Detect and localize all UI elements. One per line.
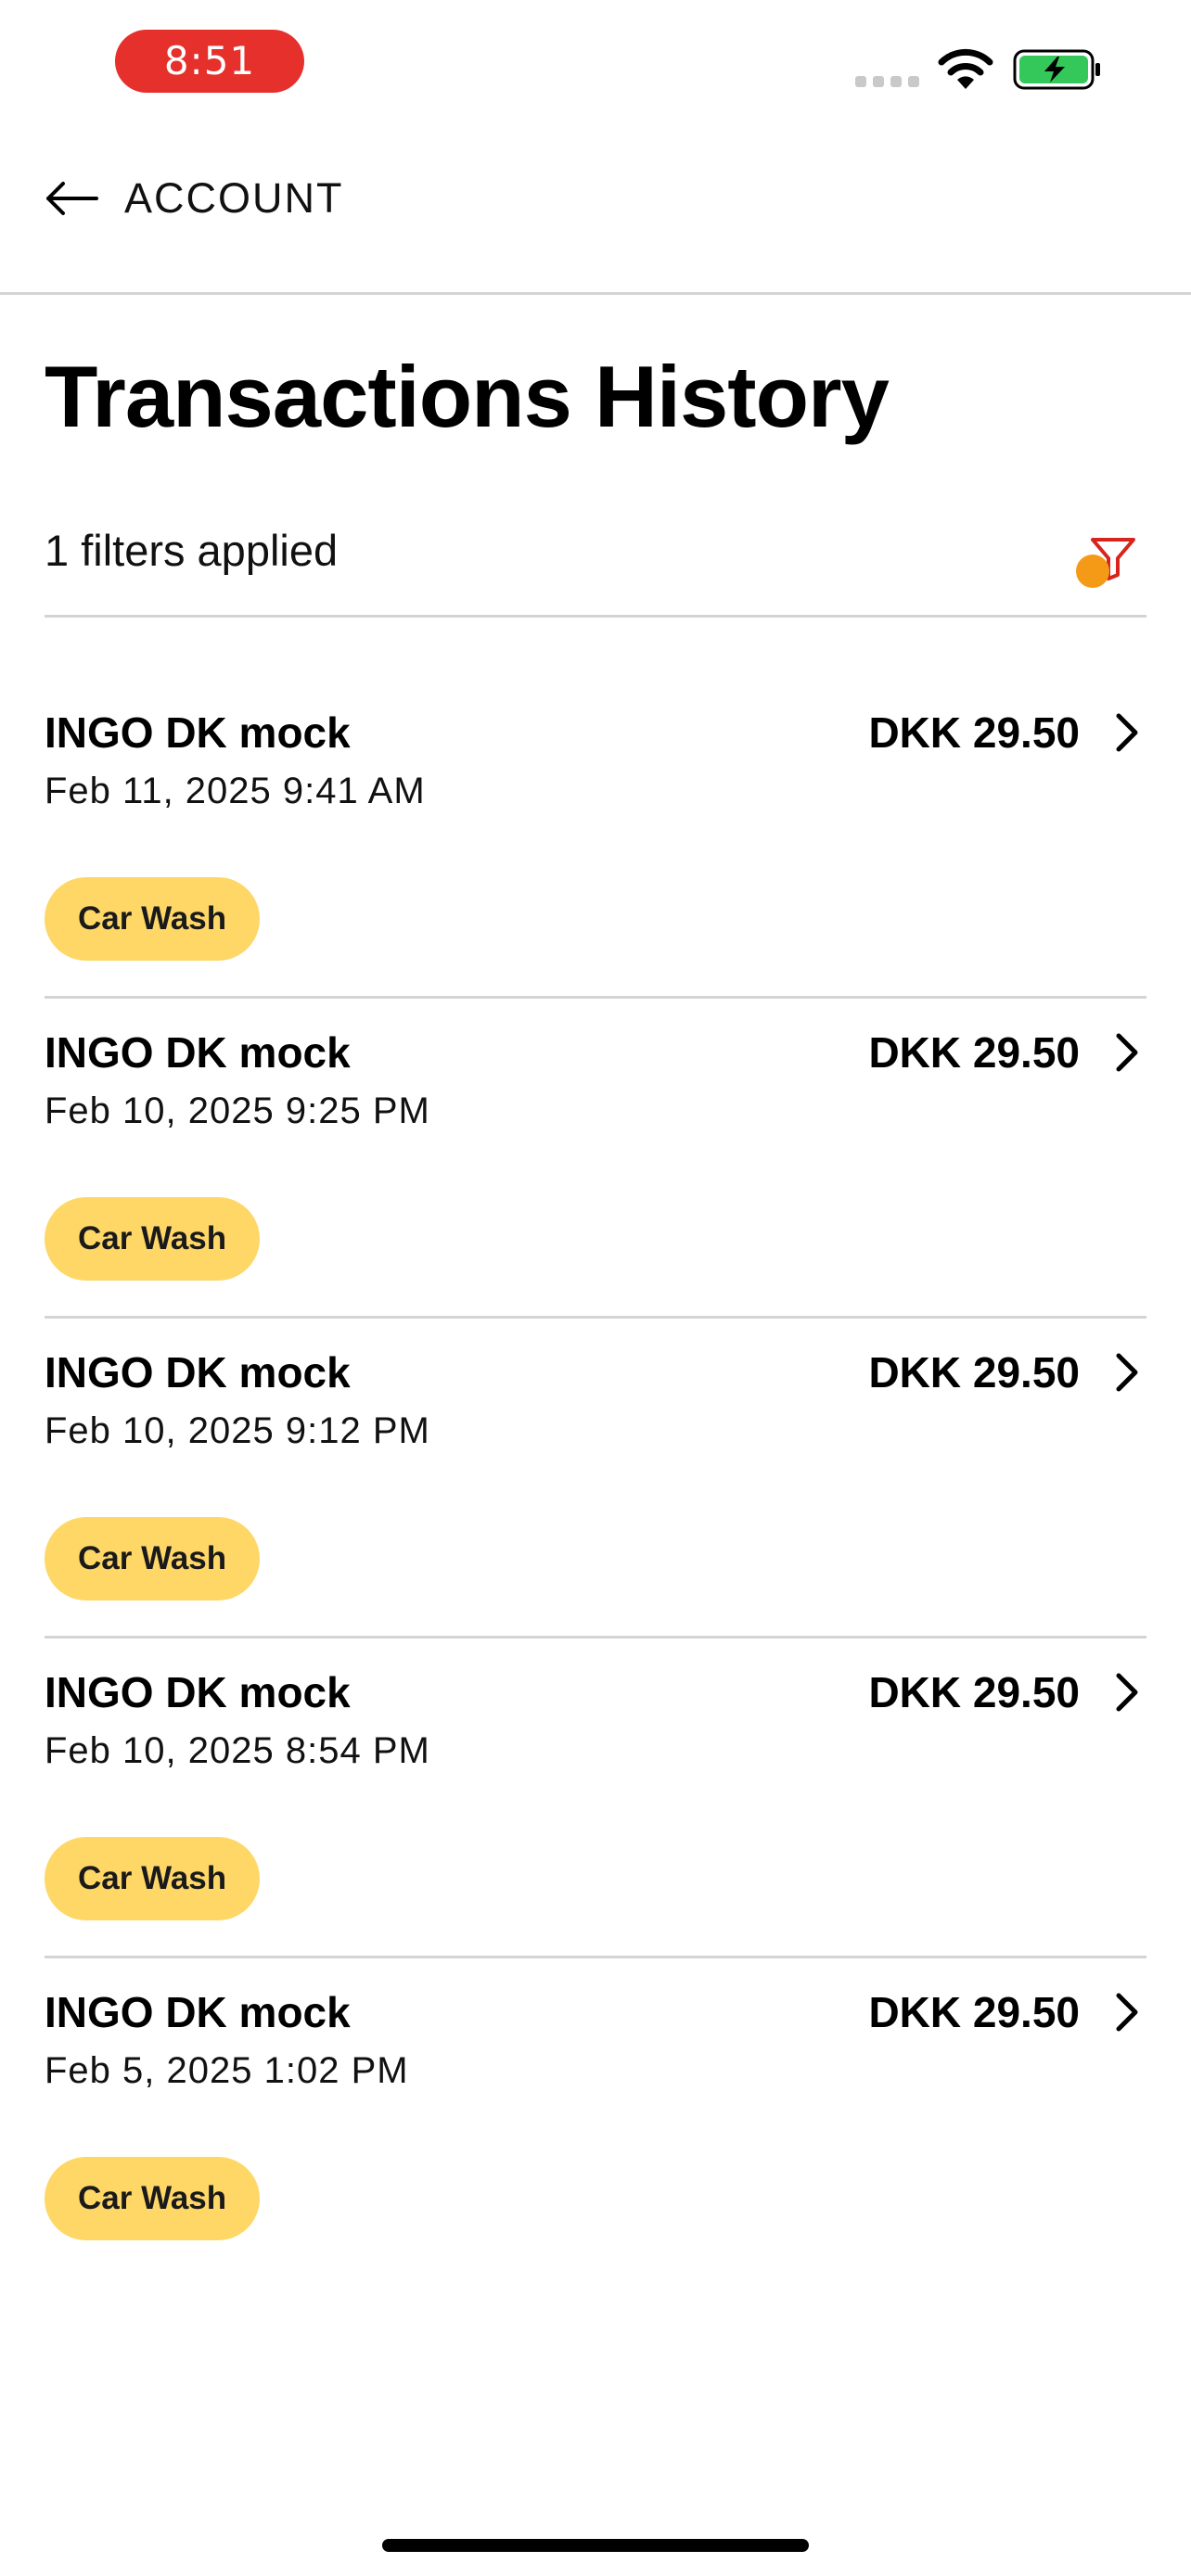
status-time: 8:51 <box>115 30 304 93</box>
transaction-date: Feb 11, 2025 9:41 AM <box>45 771 426 811</box>
back-label: ACCOUNT <box>124 174 344 222</box>
transaction-merchant: INGO DK mock <box>45 708 351 757</box>
transaction-row[interactable]: INGO DK mock Feb 11, 2025 9:41 AM DKK 29… <box>45 679 1146 999</box>
arrow-left-icon <box>46 182 98 215</box>
category-tag: Car Wash <box>45 877 261 961</box>
category-tag: Car Wash <box>45 1197 261 1281</box>
nav-bar: ACCOUNT <box>0 130 1191 295</box>
chevron-right-icon <box>1116 1673 1138 1712</box>
chevron-right-icon <box>1116 713 1138 752</box>
home-indicator[interactable] <box>382 2539 809 2552</box>
transaction-merchant: INGO DK mock <box>45 1028 351 1077</box>
transaction-row[interactable]: INGO DK mock Feb 10, 2025 8:54 PM DKK 29… <box>45 1639 1146 1958</box>
category-tag: Car Wash <box>45 1837 261 1920</box>
filter-button[interactable] <box>1076 534 1137 590</box>
transaction-row[interactable]: INGO DK mock Feb 5, 2025 1:02 PM DKK 29.… <box>45 1958 1146 2278</box>
transaction-date: Feb 10, 2025 9:12 PM <box>45 1410 430 1451</box>
wifi-icon <box>938 48 993 89</box>
page-title: Transactions History <box>45 348 890 445</box>
filter-active-indicator <box>1076 555 1109 588</box>
transaction-row[interactable]: INGO DK mock Feb 10, 2025 9:25 PM DKK 29… <box>45 999 1146 1319</box>
transaction-merchant: INGO DK mock <box>45 1348 351 1396</box>
filters-applied-label: 1 filters applied <box>45 526 339 575</box>
chevron-right-icon <box>1116 1353 1138 1392</box>
battery-charging-icon <box>1013 49 1100 90</box>
transaction-merchant: INGO DK mock <box>45 1988 351 2036</box>
transaction-row[interactable]: INGO DK mock Feb 10, 2025 9:12 PM DKK 29… <box>45 1319 1146 1639</box>
transaction-date: Feb 10, 2025 9:25 PM <box>45 1090 430 1131</box>
filter-row: 1 filters applied <box>45 508 1146 618</box>
category-tag: Car Wash <box>45 2157 261 2240</box>
transaction-amount: DKK 29.50 <box>868 1668 1080 1716</box>
transaction-amount: DKK 29.50 <box>868 708 1080 757</box>
transaction-amount: DKK 29.50 <box>868 1348 1080 1396</box>
transaction-merchant: INGO DK mock <box>45 1668 351 1716</box>
back-button[interactable]: ACCOUNT <box>45 171 344 226</box>
transaction-date: Feb 5, 2025 1:02 PM <box>45 2050 409 2091</box>
chevron-right-icon <box>1116 1033 1138 1072</box>
transaction-amount: DKK 29.50 <box>868 1988 1080 2036</box>
chevron-right-icon <box>1116 1993 1138 2032</box>
status-bar: 8:51 <box>0 0 1191 130</box>
transaction-amount: DKK 29.50 <box>868 1028 1080 1077</box>
transaction-list: INGO DK mock Feb 11, 2025 9:41 AM DKK 29… <box>45 679 1146 2278</box>
category-tag: Car Wash <box>45 1517 261 1600</box>
cellular-signal-icon <box>855 76 920 91</box>
transaction-date: Feb 10, 2025 8:54 PM <box>45 1730 430 1771</box>
